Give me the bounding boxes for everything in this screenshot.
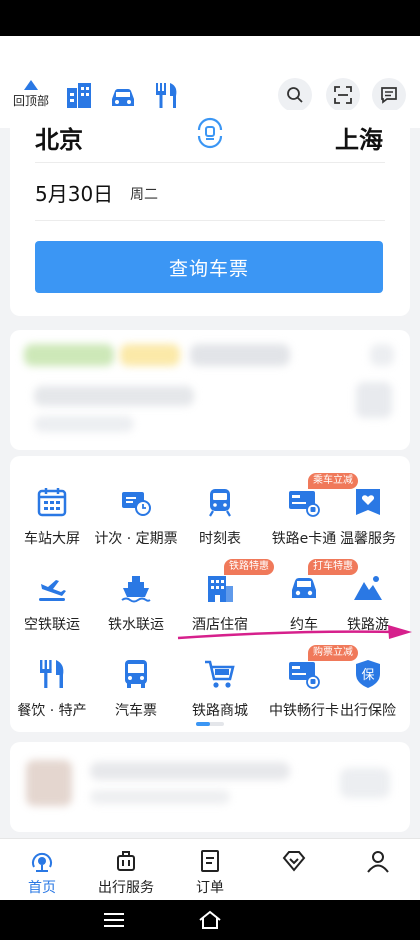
fork-knife-icon[interactable] (152, 80, 182, 110)
to-city[interactable]: 上海 (335, 120, 383, 155)
back-to-top-button[interactable]: 回顶部 (10, 80, 52, 109)
building-icon[interactable] (64, 80, 94, 110)
promo-card[interactable] (10, 330, 410, 450)
blurred-image (340, 768, 390, 798)
insurance-shield-icon: 保 (356, 660, 380, 688)
status-bar (0, 0, 420, 36)
ship-icon (121, 576, 151, 603)
menu-icon[interactable] (104, 912, 124, 928)
ticket-clock-icon (122, 492, 151, 516)
blurred-image (356, 382, 392, 418)
system-navigation-bar (0, 900, 420, 940)
service-periodic-ticket[interactable]: 计次 · 定期票 (94, 466, 178, 548)
travel-date[interactable]: 5月30日 (35, 178, 113, 207)
service-insurance[interactable]: 保 出行保险 (326, 638, 410, 720)
tab-orders[interactable]: 订单 (168, 839, 252, 901)
ticket-search-card: 北京 上海 5月30日 周二 查询车票 (10, 110, 410, 316)
train-icon (209, 489, 231, 517)
divider (35, 162, 385, 163)
user-icon (367, 851, 389, 873)
swap-cities-icon[interactable] (193, 116, 227, 150)
swipe-arrow-annotation (177, 625, 412, 640)
blurred-tag (24, 344, 114, 366)
scan-button[interactable] (326, 78, 360, 112)
service-care[interactable]: 温馨服务 (326, 466, 410, 548)
blurred-image (26, 760, 72, 806)
diamond-icon (282, 851, 306, 872)
cart-icon (205, 660, 235, 688)
scan-icon (334, 86, 352, 104)
service-air-rail[interactable]: 空铁联运 (10, 552, 94, 634)
tab-profile[interactable] (336, 839, 420, 901)
home-icon (32, 852, 52, 872)
query-tickets-button[interactable]: 查询车票 (35, 241, 383, 293)
mountain-icon (354, 576, 382, 600)
blurred-text (90, 762, 290, 780)
blurred-tag (190, 344, 290, 366)
service-rail-water[interactable]: 铁水联运 (94, 552, 178, 634)
fork-knife-icon (40, 660, 64, 688)
from-city[interactable]: 北京 (35, 120, 83, 155)
weekday-label: 周二 (130, 187, 158, 203)
blurred-text (90, 790, 230, 804)
message-icon (381, 87, 397, 104)
car-icon[interactable] (108, 82, 138, 112)
heart-service-icon (356, 489, 380, 515)
bus-icon (125, 660, 147, 688)
air-rail-icon (39, 580, 66, 601)
hotel-icon (208, 576, 233, 602)
service-mall[interactable]: 铁路商城 (178, 638, 262, 720)
back-to-top-label: 回顶部 (12, 94, 49, 108)
up-triangle-icon (24, 80, 38, 90)
service-bus-ticket[interactable]: 汽车票 (94, 638, 178, 720)
divider (35, 220, 385, 221)
blurred-tag (120, 344, 180, 366)
tab-travel-services[interactable]: 出行服务 (84, 839, 168, 901)
train-card-icon (289, 662, 320, 689)
blurred-text (34, 416, 134, 432)
message-button[interactable] (372, 78, 406, 112)
station-screen-icon (37, 488, 67, 517)
service-food[interactable]: 餐饮 · 特产 (10, 638, 94, 720)
luggage-icon (117, 851, 135, 871)
page-indicator (196, 722, 224, 726)
home-nav-icon[interactable] (198, 910, 222, 930)
blurred-text (34, 386, 194, 406)
bottom-tab-bar: 首页 出行服务 订单 (0, 838, 420, 900)
insurance-glyph: 保 (361, 668, 374, 683)
search-button[interactable] (278, 78, 312, 112)
blurred-tag (370, 344, 394, 366)
page-indicator-active (196, 722, 210, 726)
car-icon (292, 578, 316, 598)
order-icon (201, 850, 219, 872)
service-timetable[interactable]: 时刻表 (178, 466, 262, 548)
recommendation-card[interactable] (10, 742, 410, 832)
search-icon (287, 87, 303, 103)
service-station-screen[interactable]: 车站大屏 (10, 466, 94, 548)
card-icon (289, 491, 320, 517)
tab-home[interactable]: 首页 (0, 839, 84, 901)
tab-membership[interactable] (252, 839, 336, 901)
services-grid: 车站大屏 计次 · 定期票 时刻表 乘车立减 铁路e卡通 温馨服务 空铁联运 铁… (10, 456, 410, 732)
